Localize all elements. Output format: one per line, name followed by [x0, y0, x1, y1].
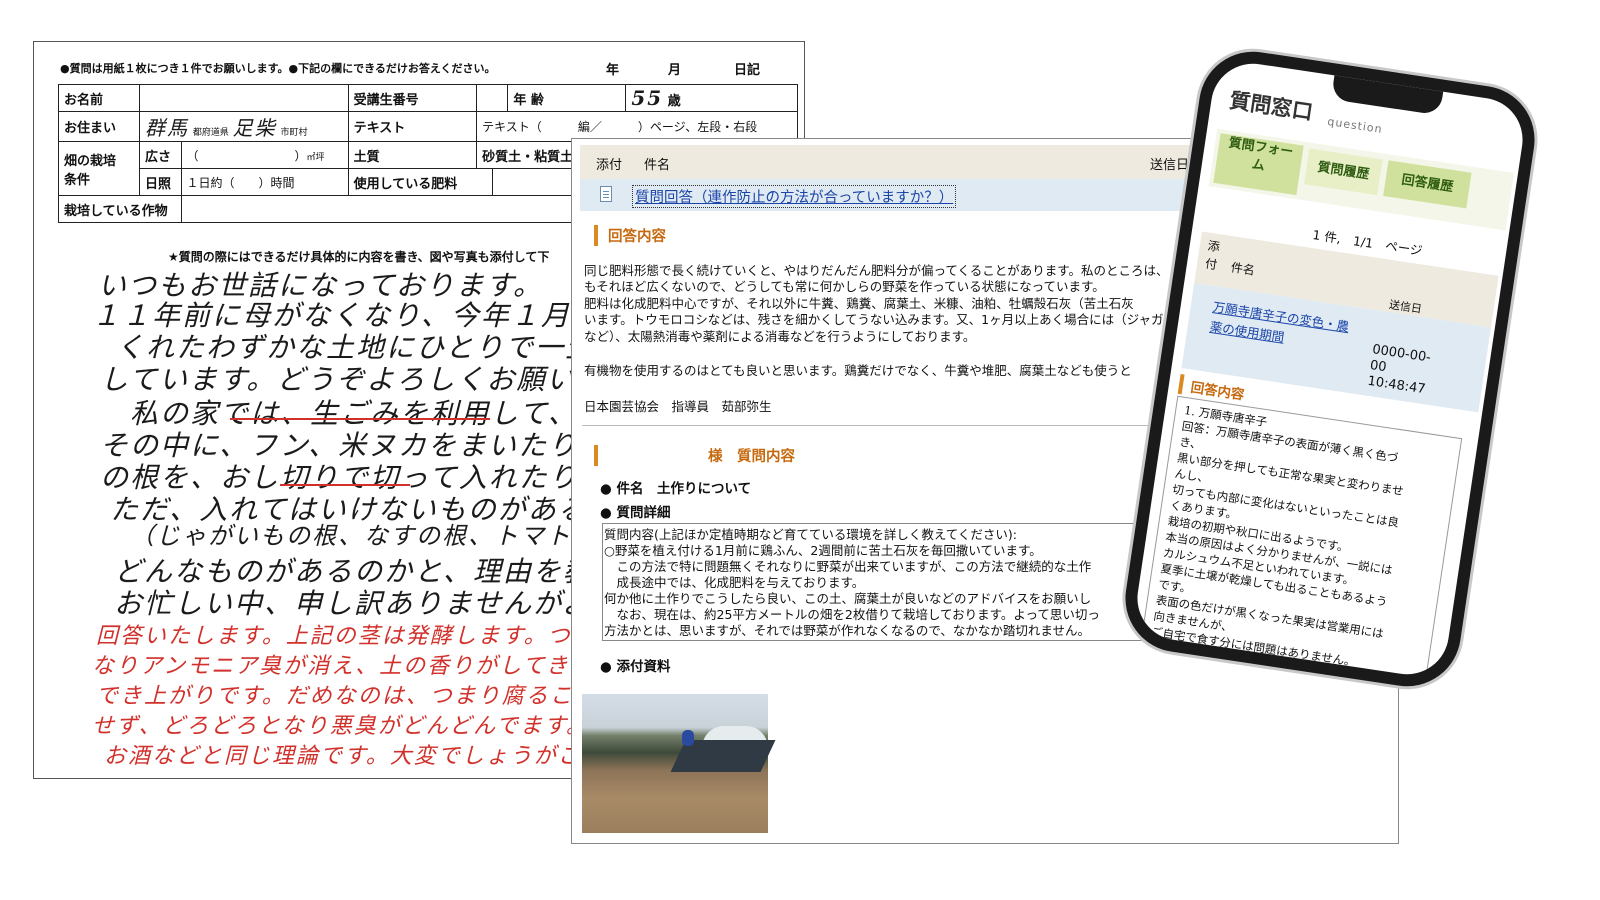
phone-app-subtitle: question: [1326, 114, 1384, 137]
tab-answer-history[interactable]: 回答履歴: [1383, 160, 1472, 209]
phone-answer-box: 1. 万願寺唐辛子 回答：万願寺唐辛子の表面が薄く黒く色づ き、 黒い部分を押し…: [1138, 395, 1463, 694]
question-text: 質問内容(上記ほか定植時期など育てている環境を詳しく教えてください):: [604, 527, 1017, 542]
form-instruction: ★質問の際にはできるだけ具体的に内容を書き、図や写真も添付して下: [168, 250, 550, 264]
phone-app-title: 質問窓口: [1227, 88, 1315, 125]
city-value: 足柴: [232, 116, 277, 140]
col-subject: 件名: [644, 158, 671, 173]
question-text: 何か他に土作りでこうしたら良い、この土、腐葉土が良いなどのアドバイスをお願いし: [604, 591, 1092, 606]
label-name: お名前: [58, 84, 140, 112]
age-value: 55: [631, 86, 664, 110]
name-field: [139, 84, 349, 112]
question-text: この方法で特に問題無くそれなりに野菜が出来ていますが、この方法で継続的な土作: [604, 559, 1092, 574]
form-header-note: ●質問は用紙１枚につき１件でお願いします。●下記の欄にできるだけお答えください。: [60, 62, 496, 75]
attachment-label: ● 添付資料: [600, 659, 671, 675]
phone-sent-time: 10:48:47: [1366, 373, 1427, 398]
phone-col-attach-2: 付: [1204, 256, 1219, 273]
label-area: 広さ: [139, 141, 182, 169]
address-field: 群馬 都府道県 足柴 市町村: [139, 111, 349, 142]
col-sent-date: 送信日: [1150, 158, 1190, 173]
phone-tab-bar: 質問フォーム 質問履歴 回答履歴: [1208, 128, 1514, 231]
photo-person: [682, 730, 694, 746]
label-text: テキスト: [347, 111, 478, 142]
answer-text: います。トウモロコシなどは、残さを細かくしてうない込みます。又、1ヶ月以上あく場…: [584, 312, 1176, 327]
address-value: 群馬: [145, 116, 189, 140]
student-no-field: [476, 84, 509, 112]
answer-text: 肥料は化成肥料中心ですが、それ以外に牛糞、鶏糞、腐葉土、米糠、油粕、牡蠣殻石灰（…: [584, 296, 1134, 311]
phone-sent-date-2: 00: [1368, 357, 1388, 376]
message-subject-link[interactable]: 質問回答（連作防止の方法が合っていますか？）: [632, 185, 957, 208]
phone-col-attach-1: 添: [1206, 238, 1221, 255]
label-fertilizer: 使用している肥料: [347, 168, 493, 196]
sunlight-field: １日約（ ）時間: [180, 168, 349, 196]
date-day: 日記: [734, 63, 761, 78]
attachment-photo[interactable]: [582, 694, 776, 833]
answer-text: など）、太陽熱消毒や薬剤による消毒などを行うようにしております。: [584, 329, 976, 344]
answer-section-title: 回答内容: [594, 225, 666, 246]
label-crops: 栽培している作物: [58, 195, 182, 223]
answer-text: もそれほど広くないので、どうしても常に何かしらの野菜を作っている状態になっていま…: [584, 279, 1105, 294]
label-age: 年 齢: [507, 84, 627, 112]
date-month: 月: [668, 63, 682, 78]
date-year: 年: [606, 63, 620, 78]
text-ref: テキスト（ 編／ ）ページ、左段・右段: [476, 111, 798, 142]
city-unit: 市町村: [280, 128, 308, 138]
red-underline: [230, 418, 490, 420]
question-text: なお、現在は、約25平方メートルの畑を2枚借りて栽培しております。よって思い切っ: [604, 607, 1100, 622]
label-soil: 土質: [347, 141, 478, 169]
question-text: 成長途中では、化成肥料を与えております。: [604, 575, 865, 590]
pref-label: 都府道県: [192, 128, 229, 138]
col-attach: 添付: [596, 158, 623, 173]
question-detail-label: ● 質問詳細: [600, 505, 671, 521]
question-text: ○野菜を植え付ける1月前に鶏ふん、2週間前に苦土石灰を毎回撒いています。: [604, 543, 1042, 558]
age-field: 55 歳: [625, 84, 798, 112]
phone-col-subject: 件名: [1229, 260, 1256, 278]
document-icon: [600, 186, 612, 202]
answer-text: 同じ肥料形態で長く続けていくと、やはりだんだん肥料分が偏ってくることがあります。…: [584, 263, 1169, 278]
question-text: 方法かとは、思いますが、それでは野菜が作れなくなるので、なかなか踏切れません。: [604, 623, 1091, 638]
tab-question-form[interactable]: 質問フォーム: [1213, 133, 1304, 196]
area-field: （ ）㎡坪: [180, 141, 349, 169]
label-sunlight: 日照: [139, 168, 182, 196]
question-subject: ● 件名 土作りについて: [600, 481, 752, 497]
age-unit: 歳: [667, 94, 681, 109]
label-student-no: 受講生番号: [347, 84, 478, 112]
label-address: お住まい: [58, 111, 140, 142]
red-underline: [280, 484, 410, 486]
answer-signature: 日本園芸協会 指導員 茹部弥生: [584, 399, 772, 414]
tab-question-history[interactable]: 質問履歴: [1304, 148, 1383, 196]
answer-text: 有機物を使用するのはとても良いと思います。鶏糞だけでなく、牛糞や堆肥、腐葉土など…: [584, 363, 1132, 378]
phone-notch: [1330, 73, 1444, 116]
label-field-condition: 畑の栽培 条件: [58, 141, 140, 196]
question-section-title: 様 質問内容: [594, 445, 795, 466]
